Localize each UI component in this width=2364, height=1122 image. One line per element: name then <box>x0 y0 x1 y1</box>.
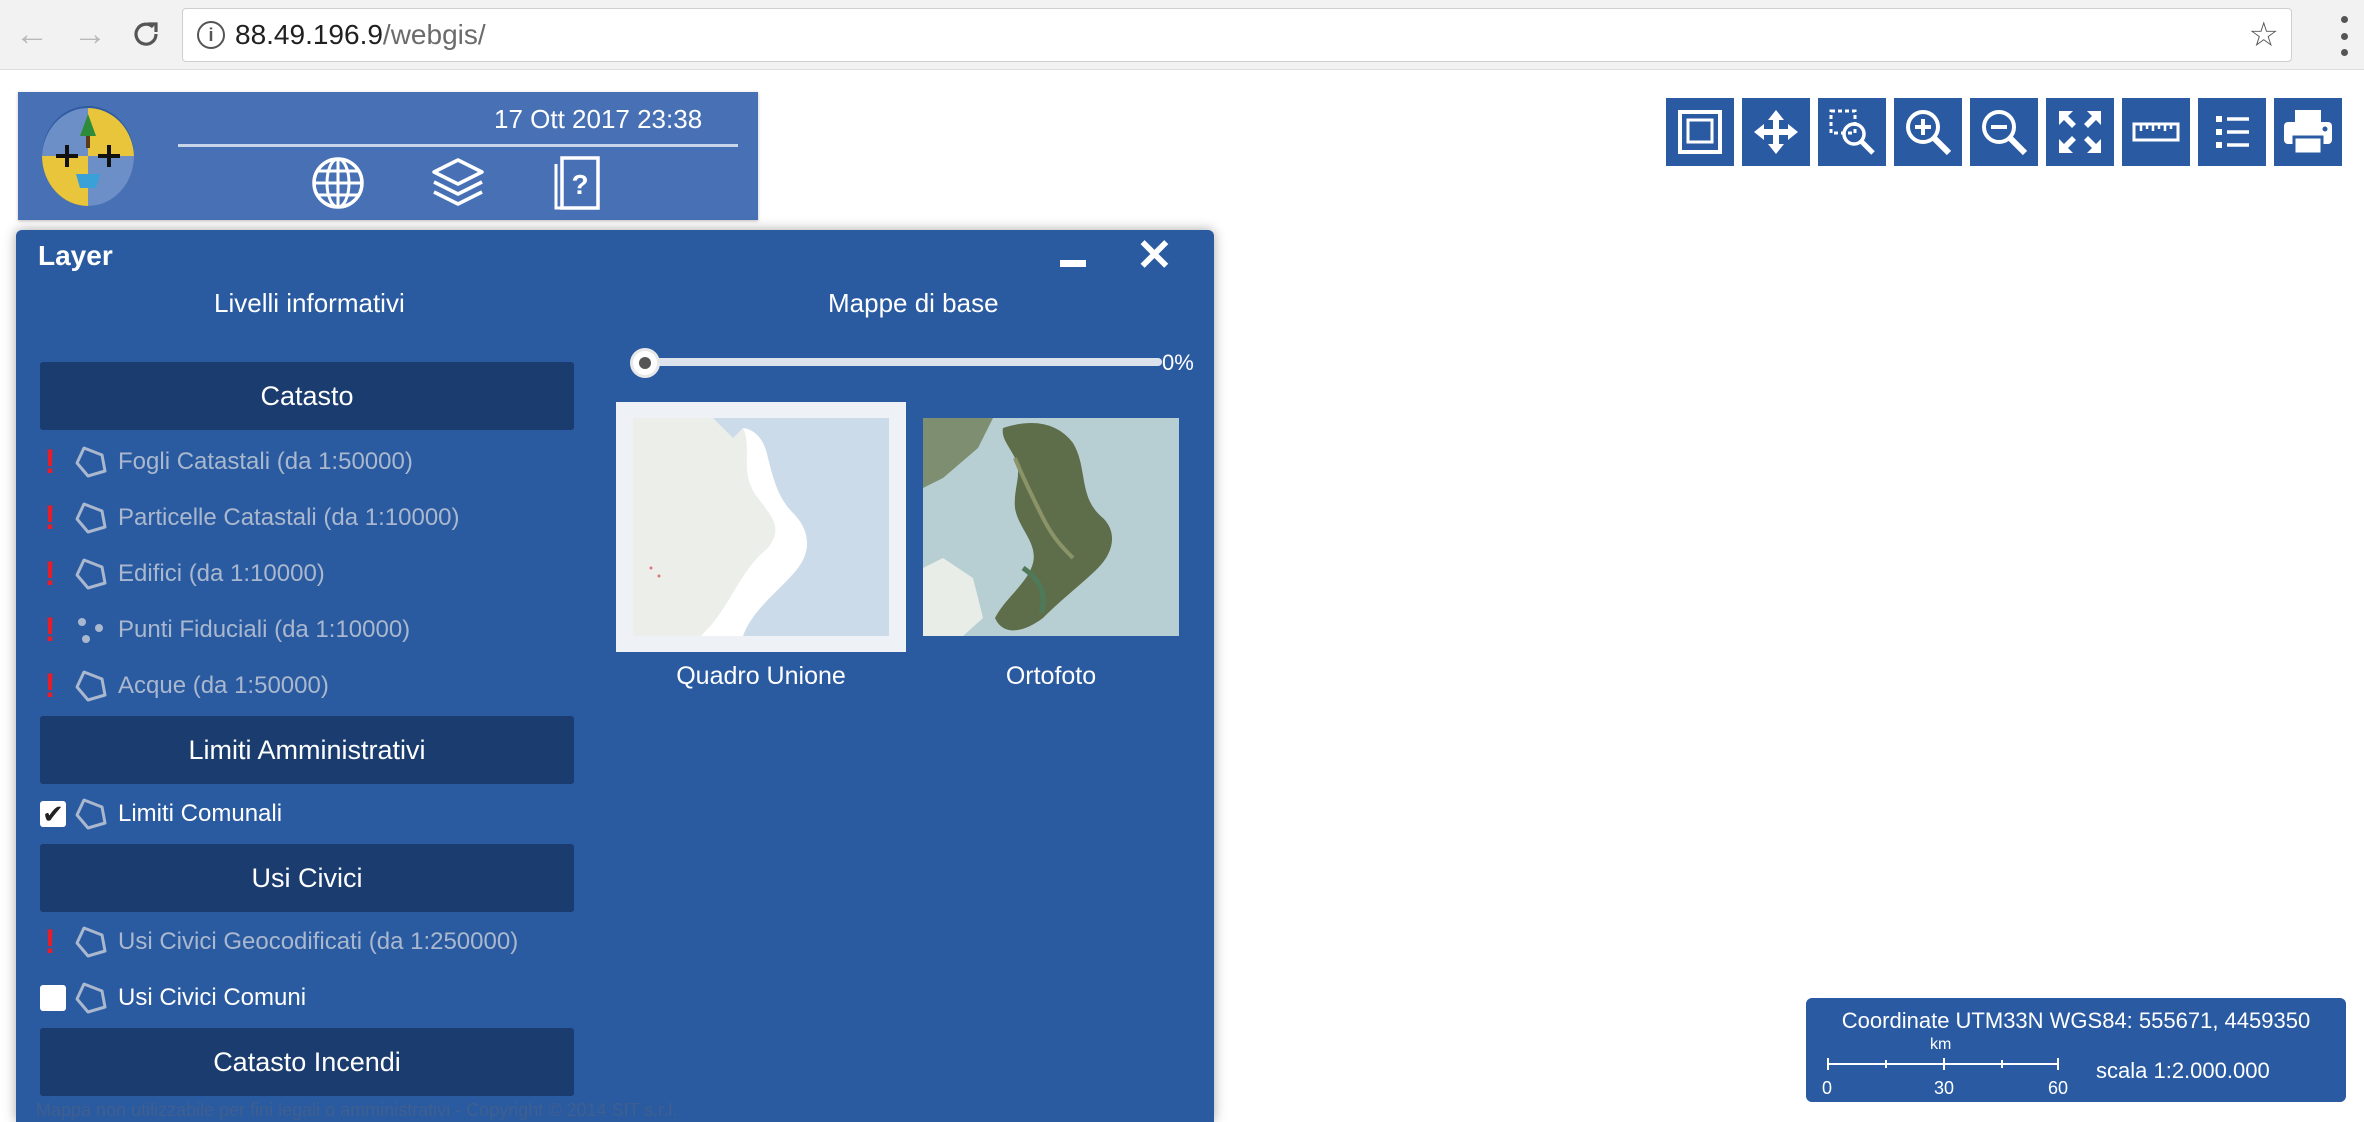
basemap-thumbnail[interactable] <box>616 402 906 652</box>
print-icon[interactable] <box>2274 98 2342 166</box>
pan-icon[interactable] <box>1742 98 1810 166</box>
layer-particelle-catastali[interactable]: ! Particelle Catastali (da 1:10000) <box>40 498 460 538</box>
transparency-value: 0% <box>1162 350 1194 375</box>
legend-list-icon[interactable] <box>2198 98 2266 166</box>
layer-label: Edifici (da 1:10000) <box>118 560 325 587</box>
warning-icon: ! <box>44 554 56 593</box>
header-divider <box>178 144 738 147</box>
reload-icon[interactable] <box>126 14 166 54</box>
help-manual-icon[interactable]: ? <box>548 154 608 212</box>
scale-ratio: scala 1:2.000.000 <box>2096 1058 2270 1083</box>
basemap-label: Quadro Unione <box>676 662 846 690</box>
url-text[interactable]: 88.49.196.9/webgis/ <box>235 19 486 51</box>
layer-label: Particelle Catastali (da 1:10000) <box>118 504 460 531</box>
back-icon[interactable]: ← <box>12 14 52 54</box>
scale-tick-60: 60 <box>2048 1078 2069 1098</box>
zoom-in-icon[interactable] <box>1894 98 1962 166</box>
basemaps-heading: Mappe di base <box>828 288 999 318</box>
warning-icon: ! <box>44 922 56 961</box>
layer-checkbox-unchecked[interactable] <box>40 985 66 1011</box>
polygon-layer-icon <box>74 925 108 959</box>
layer-label: Usi Civici Comuni <box>118 984 307 1011</box>
datetime: 17 Ott 2017 23:38 <box>494 104 703 134</box>
scale-bar <box>1827 1058 2059 1070</box>
layer-usi-civici-comuni[interactable]: Usi Civici Comuni <box>40 978 306 1018</box>
layers-heading: Livelli informativi <box>214 288 405 318</box>
group-catasto[interactable]: Catasto <box>40 362 574 430</box>
panel-title: Layer <box>38 240 113 271</box>
globe-icon[interactable] <box>308 154 368 212</box>
layer-checkbox-checked[interactable]: ✔ <box>40 801 66 827</box>
layers-icon[interactable] <box>428 154 488 212</box>
svg-text:?: ? <box>571 169 588 200</box>
layer-label: Acque (da 1:50000) <box>118 672 329 699</box>
full-extent-icon[interactable] <box>1666 98 1734 166</box>
layer-label: Fogli Catastali (da 1:50000) <box>118 448 413 475</box>
measure-ruler-icon[interactable] <box>2122 98 2190 166</box>
layer-fogli-catastali[interactable]: ! Fogli Catastali (da 1:50000) <box>40 442 413 482</box>
layer-acque[interactable]: ! Acque (da 1:50000) <box>40 666 329 706</box>
polygon-layer-icon <box>74 797 108 831</box>
fullscreen-icon[interactable] <box>2046 98 2114 166</box>
warning-icon: ! <box>44 442 56 481</box>
info-icon[interactable]: i <box>197 21 225 49</box>
layer-label: Limiti Comunali <box>118 800 283 827</box>
disclaimer-note: Mappa non utilizzabile per fini legali o… <box>36 1100 678 1120</box>
transparency-slider-handle[interactable] <box>630 348 660 378</box>
app-header: 17 Ott 2017 23:38 ? <box>18 92 758 220</box>
layer-limiti-comunali[interactable]: ✔ Limiti Comunali <box>40 794 282 834</box>
coordinates-readout: Coordinate UTM33N WGS84: 555671, 4459350 <box>1841 1008 2311 1033</box>
group-catasto-incendi[interactable]: Catasto Incendi <box>40 1028 574 1096</box>
basemap-label: Ortofoto <box>1005 662 1097 690</box>
warning-icon: ! <box>44 498 56 537</box>
polygon-layer-icon <box>74 669 108 703</box>
warning-icon: ! <box>44 610 56 649</box>
layer-punti-fiduciali[interactable]: ! Punti Fiduciali (da 1:10000) <box>40 610 410 650</box>
warning-icon: ! <box>44 666 56 705</box>
layer-panel: Layer ✕ Livelli informativi Mappe di bas… <box>16 230 1214 1122</box>
layer-label: Punti Fiduciali (da 1:10000) <box>118 616 411 643</box>
basemap-quadro-unione[interactable]: Quadro Unione <box>616 402 906 691</box>
basemap-thumbnail[interactable] <box>906 402 1196 652</box>
point-layer-icon <box>74 613 108 647</box>
layer-usi-civici-geocodificati[interactable]: ! Usi Civici Geocodificati (da 1:250000) <box>40 922 518 962</box>
group-limiti-amministrativi[interactable]: Limiti Amministrativi <box>40 716 574 784</box>
region-logo <box>40 102 136 208</box>
scale-tick-0: 0 <box>1822 1078 1833 1098</box>
browser-toolbar: ← → i 88.49.196.9/webgis/ ☆ <box>0 0 2364 70</box>
forward-icon[interactable]: → <box>70 14 110 54</box>
minimize-icon[interactable] <box>1060 260 1086 267</box>
basemap-ortofoto[interactable]: Ortofoto <box>906 402 1196 691</box>
scale-tick-30: 30 <box>1934 1078 1955 1098</box>
zoom-out-icon[interactable] <box>1970 98 2038 166</box>
close-icon[interactable]: ✕ <box>1136 230 1173 282</box>
group-usi-civici[interactable]: Usi Civici <box>40 844 574 912</box>
transparency-slider-track[interactable] <box>640 358 1162 366</box>
polygon-layer-icon <box>74 445 108 479</box>
scale-unit: km <box>1930 1036 1952 1053</box>
zoom-box-icon[interactable] <box>1818 98 1886 166</box>
map-toolbar <box>1666 98 2342 166</box>
layer-edifici[interactable]: ! Edifici (da 1:10000) <box>40 554 325 594</box>
polygon-layer-icon <box>74 501 108 535</box>
polygon-layer-icon <box>74 981 108 1015</box>
layer-label: Usi Civici Geocodificati (da 1:250000) <box>118 928 519 955</box>
polygon-layer-icon <box>74 557 108 591</box>
coordinates-scale-box: Coordinate UTM33N WGS84: 555671, 4459350… <box>1806 998 2346 1102</box>
bookmark-star-icon[interactable]: ☆ <box>2249 15 2279 55</box>
browser-menu-icon[interactable] <box>2338 16 2350 56</box>
address-bar[interactable]: i 88.49.196.9/webgis/ ☆ <box>182 8 2292 62</box>
